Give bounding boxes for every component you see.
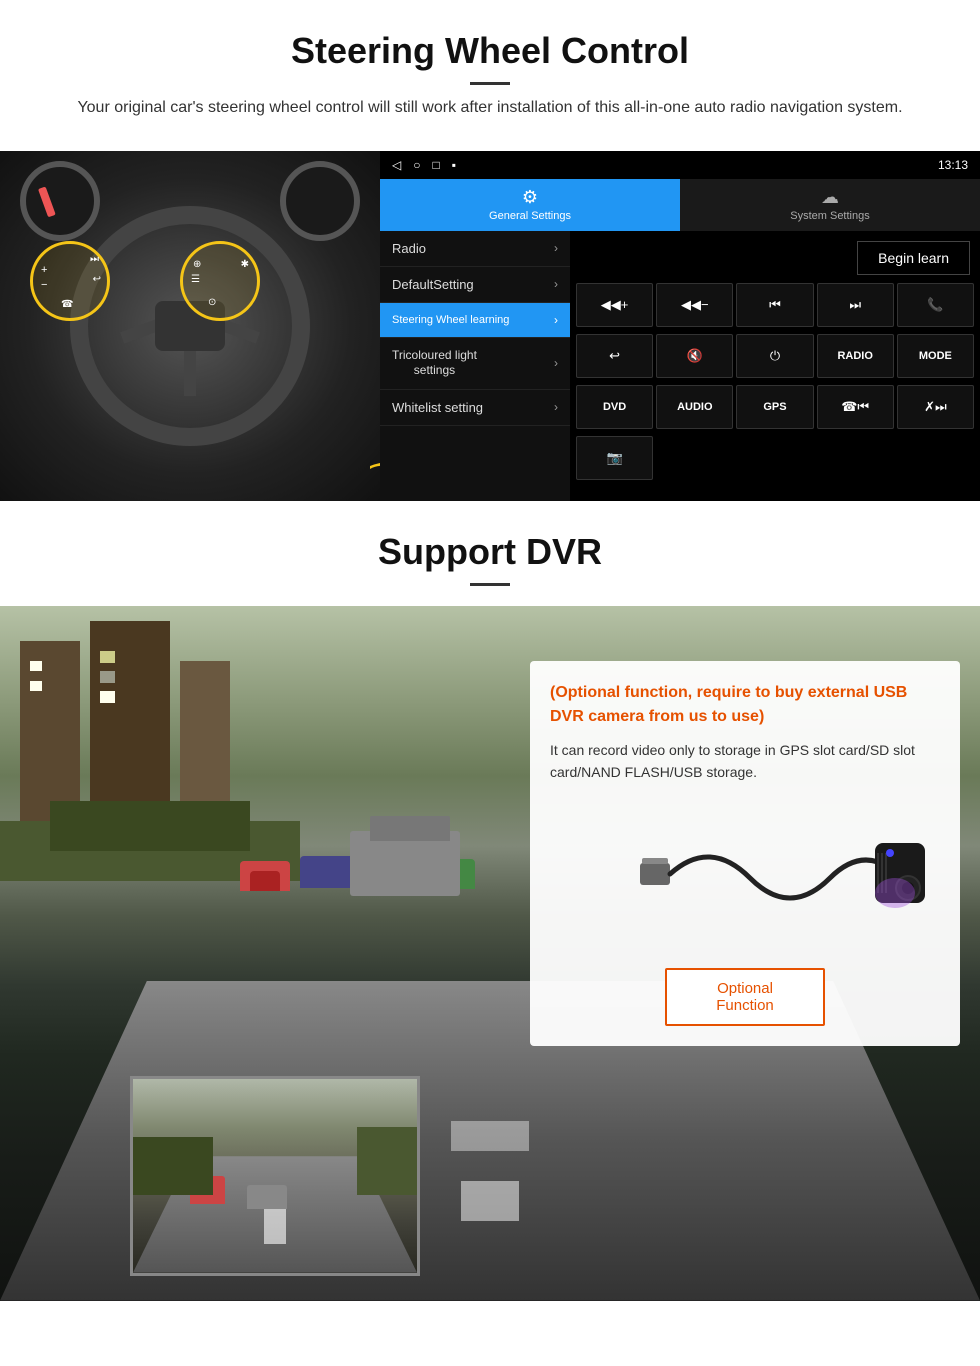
android-menu: Radio › DefaultSetting › Steering Wheel …	[380, 231, 570, 501]
chevron-right-icon: ›	[554, 277, 558, 291]
statusbar-right-area: 13:13	[938, 158, 968, 172]
chevron-right-icon: ›	[554, 313, 558, 327]
android-content: Radio › DefaultSetting › Steering Wheel …	[380, 231, 980, 501]
steering-photo: + − ⏭ ↩ ☎ ⊕ ☰ ✱ ⊙	[0, 151, 380, 501]
menu-label-default: DefaultSetting	[392, 277, 474, 292]
title-divider	[470, 82, 510, 85]
menu-item-whitelist[interactable]: Whitelist setting ›	[380, 390, 570, 426]
dvr-title-divider	[470, 583, 510, 586]
tab-system-label: System Settings	[790, 210, 869, 222]
controls-row2: ↩ 🔇 ⏻ RADIO MODE	[574, 332, 976, 380]
chevron-right-icon: ›	[554, 400, 558, 414]
begin-learn-row: Begin learn	[574, 235, 976, 281]
controls-row1: ◀◀+ ◀◀− ⏮ ⏭ 📞	[574, 281, 976, 329]
ctrl-radio[interactable]: RADIO	[817, 334, 894, 378]
dvr-description: It can record video only to storage in G…	[550, 739, 940, 784]
ctrl-call-next[interactable]: ✗⏭	[897, 385, 974, 429]
statusbar-nav-icons: ◁ ○ □ ▪	[392, 158, 456, 172]
menu-nav-icon[interactable]: ▪	[452, 158, 456, 172]
ctrl-prev-track[interactable]: ⏮	[736, 283, 813, 327]
menu-label-steering: Steering Wheel learning	[392, 314, 509, 326]
chevron-right-icon: ›	[554, 241, 558, 255]
begin-learn-button[interactable]: Begin learn	[857, 241, 970, 275]
ctrl-call-prev[interactable]: ☎⏮	[817, 385, 894, 429]
home-nav-icon[interactable]: ○	[413, 158, 420, 172]
controls-row3: DVD AUDIO GPS ☎⏮ ✗⏭	[574, 383, 976, 431]
ctrl-back[interactable]: ↩	[576, 334, 653, 378]
dvr-section: Support DVR	[0, 501, 980, 1366]
android-tabs: ⚙ General Settings ☁ System Settings	[380, 179, 980, 231]
recent-nav-icon[interactable]: □	[432, 158, 439, 172]
gear-icon: ⚙	[522, 187, 538, 208]
steering-demo: + − ⏭ ↩ ☎ ⊕ ☰ ✱ ⊙	[0, 151, 980, 501]
ctrl-call[interactable]: 📞	[897, 283, 974, 327]
dvr-title-area: Support DVR	[0, 501, 980, 606]
ctrl-next-track[interactable]: ⏭	[817, 283, 894, 327]
back-nav-icon[interactable]: ◁	[392, 158, 401, 172]
tab-system-settings[interactable]: ☁ System Settings	[680, 179, 980, 231]
android-panel: ◁ ○ □ ▪ 13:13 ⚙ General Settings ☁ Syste…	[380, 151, 980, 501]
ctrl-mute[interactable]: 🔇	[656, 334, 733, 378]
menu-label-radio: Radio	[392, 241, 426, 256]
controls-row4: 📷	[574, 434, 976, 482]
chevron-right-icon: ›	[554, 356, 558, 370]
menu-label-whitelist: Whitelist setting	[392, 400, 483, 415]
ctrl-mode[interactable]: MODE	[897, 334, 974, 378]
section-subtitle: Your original car's steering wheel contr…	[60, 95, 920, 121]
cloud-icon: ☁	[821, 187, 839, 208]
ctrl-vol-up[interactable]: ◀◀+	[576, 283, 653, 327]
dvr-info-card: (Optional function, require to buy exter…	[530, 661, 960, 1047]
section1-title-area: Steering Wheel Control Your original car…	[0, 0, 980, 151]
tab-general-settings[interactable]: ⚙ General Settings	[380, 179, 680, 231]
ctrl-audio[interactable]: AUDIO	[656, 385, 733, 429]
ctrl-camera[interactable]: 📷	[576, 436, 653, 480]
dvr-inset-photo	[130, 1076, 420, 1276]
menu-item-radio[interactable]: Radio ›	[380, 231, 570, 267]
menu-item-steering[interactable]: Steering Wheel learning ›	[380, 303, 570, 338]
page-title: Steering Wheel Control	[20, 30, 960, 72]
ctrl-gps[interactable]: GPS	[736, 385, 813, 429]
ctrl-power[interactable]: ⏻	[736, 334, 813, 378]
menu-item-default-setting[interactable]: DefaultSetting ›	[380, 267, 570, 303]
dvr-optional-text: (Optional function, require to buy exter…	[550, 681, 940, 729]
tab-general-label: General Settings	[489, 210, 571, 222]
ctrl-dvd[interactable]: DVD	[576, 385, 653, 429]
menu-label-tricoloured: Tricoloured lightsettings	[392, 348, 477, 379]
ctrl-vol-down[interactable]: ◀◀−	[656, 283, 733, 327]
menu-item-tricoloured[interactable]: Tricoloured lightsettings ›	[380, 338, 570, 390]
optional-function-button[interactable]: Optional Function	[665, 968, 825, 1026]
android-controls: Begin learn ◀◀+ ◀◀− ⏮ ⏭ 📞 ↩ 🔇 ⏻ RADIO MO…	[570, 231, 980, 501]
status-time: 13:13	[938, 158, 968, 172]
android-statusbar: ◁ ○ □ ▪ 13:13	[380, 151, 980, 179]
dvr-camera-illustration	[550, 798, 940, 958]
dvr-title: Support DVR	[20, 531, 960, 573]
